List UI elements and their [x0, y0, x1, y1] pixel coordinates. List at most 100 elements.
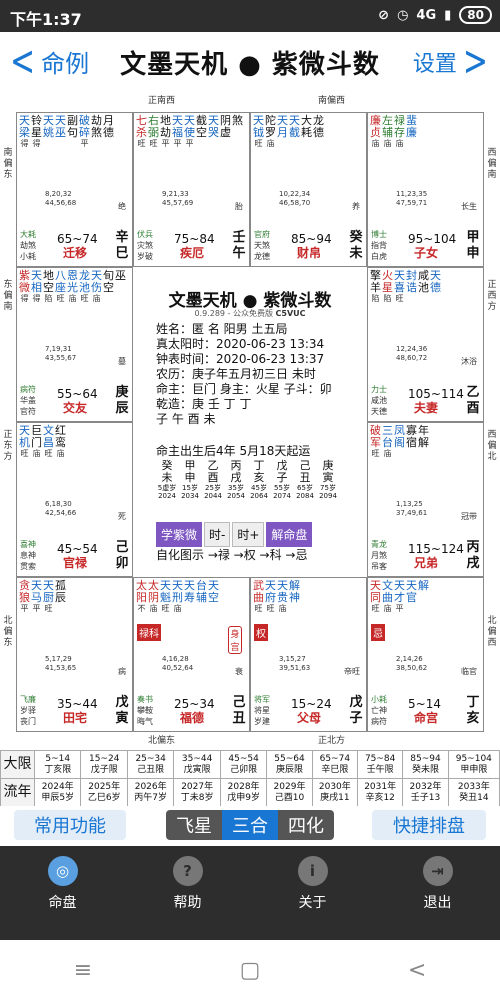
ganzhi: 丙戌: [466, 540, 480, 571]
star-column: 天寿: [184, 579, 195, 604]
palace-cell-you[interactable]: 擎羊陷火星陷天喜旺封诰咸池天德 12,24,36 48,60,72 沐浴 力士 咸池 天德 1…: [367, 267, 484, 422]
liunian-cell[interactable]: 2028年 戊申9岁: [219, 778, 268, 807]
hour-plus-button[interactable]: 时+: [232, 522, 265, 547]
palace-cell-chen[interactable]: 紫微得天相得地空陷八座旺恩光庙龙池旺天伤庙旬空巫 7,19,31 43,55,67 墓…: [16, 267, 133, 422]
minor-stars: 将军 将星 岁建: [254, 695, 270, 726]
star-column: 右弼旺: [148, 114, 159, 149]
liunian-cell[interactable]: 2025年 乙巳6岁: [80, 778, 128, 807]
daxian-cell[interactable]: 5~14 丁亥限: [33, 750, 82, 779]
star-list: 贪狼平天马平天厨旺孤辰: [19, 580, 66, 614]
life-stage: 衰: [235, 667, 243, 676]
star-column: 天巫: [55, 114, 66, 139]
daxian-cell[interactable]: 25~34 己丑限: [126, 750, 175, 779]
palace-cell-hai[interactable]: 天同旺文曲庙天才平天官解 2,14,26 38,50,62 临官 小耗 亡神 病符 5~14 命…: [367, 577, 484, 732]
star-column: 解神: [289, 579, 300, 604]
daxian-cell[interactable]: 55~64 庚辰限: [266, 750, 313, 779]
star-list: 武曲旺天府旺天贵庙解神: [253, 580, 300, 614]
palace-cell-zi[interactable]: 武曲旺天府旺天贵庙解神 3,15,27 39,51,63 帝旺 将军 将星 岁建 15~24 父…: [250, 577, 367, 732]
daxian-cell[interactable]: 85~94 癸未限: [402, 750, 449, 779]
tab-label: 命盘: [48, 895, 77, 911]
liunian-cell[interactable]: 2031年 辛亥12: [356, 778, 404, 807]
star-column: 火星陷: [382, 269, 393, 304]
age-numbers: 4,16,28 40,52,64: [162, 655, 194, 672]
palace-cell-wu[interactable]: 七杀旺右弼旺地劫平天福平天使平截空天哭阴虚煞 9,21,33 45,57,69 胎伏兵…: [133, 112, 250, 267]
dayun-column: 癸未 5虚岁 2024: [157, 459, 177, 501]
status-time: 下午1:37: [10, 10, 82, 29]
star-column: 天钺旺: [253, 114, 264, 149]
palace-cell-chou[interactable]: 太阳不太阴庙天魁旺天刑庙天寿台辅天空 4,16,28 40,52,64 衰奏书 攀鞍 晦气…: [133, 577, 250, 732]
liunian-label: 流年: [0, 778, 35, 807]
dayun-column: 己丑 65岁 2084: [296, 459, 314, 501]
dayun-column: 甲申 15岁 2034: [181, 459, 199, 501]
life-stage: 沐浴: [461, 357, 477, 366]
star-column: 陀罗庙: [265, 114, 276, 149]
home-icon[interactable]: ▢: [240, 958, 261, 983]
star-column: 凤阁: [394, 424, 405, 449]
palace-cell-si[interactable]: 天梁得铃星得天姚天巫副句破碎平劫煞月德 8,20,32 44,56,68 绝大耗 劫煞小…: [16, 112, 133, 267]
tab-about[interactable]: i 关于: [250, 856, 375, 912]
palace-name: 命宫: [414, 711, 439, 725]
palace-cell-wei[interactable]: 天钺旺陀罗庙天月天截大耗龙德 10,22,34 46,58,70 养官府 天煞 龙德 85~…: [250, 112, 367, 267]
life-stage: 死: [118, 512, 126, 521]
star-column: 天刑庙: [172, 579, 183, 614]
tab-sihua[interactable]: 四化: [278, 810, 334, 840]
info-line: 真太阳时：2020-06-23 13:34: [156, 337, 325, 351]
info-line: 命主：巨门 身主：火星 子斗：卯: [156, 382, 332, 396]
quick-chart-button[interactable]: 快捷排盘: [372, 810, 486, 840]
liunian-cell[interactable]: 2026年 丙午7岁: [126, 778, 175, 807]
tab-label: 关于: [298, 895, 327, 911]
palace-cell-yin[interactable]: 贪狼平天马平天厨旺孤辰 5,17,29 41,53,65 病飞廉 岁驿 丧门 35~44 田宅…: [16, 577, 133, 732]
tab-help[interactable]: ? 帮助: [125, 856, 250, 912]
star-column: 天哭: [208, 114, 219, 139]
interpret-chart-button[interactable]: 解命盘: [266, 522, 313, 547]
star-column: 贪狼平: [19, 579, 30, 614]
birth-info: 姓名：匿 名 阳男 土五局 真太阳时：2020-06-23 13:34 钟表时间…: [156, 322, 332, 412]
back-icon[interactable]: <: [408, 958, 426, 983]
liunian-cell[interactable]: 2030年 庚戌11: [311, 778, 359, 807]
tab-feixing[interactable]: 飞星: [166, 810, 222, 840]
palace-cell-shen[interactable]: 廉贞庙左辅庙禄存庙蜚廉 11,23,35 47,59,71 长生 博士 指背 白虎 95~10…: [367, 112, 484, 267]
daxian-cell[interactable]: 15~24 戊子限: [80, 750, 128, 779]
star-column: 龙德: [313, 114, 324, 139]
age-numbers: 9,21,33 45,57,69: [162, 190, 194, 207]
minor-stars: 博士 指背 白虎: [371, 230, 387, 261]
direction-label: 北偏东: [148, 736, 176, 746]
ganzhi: 乙酉: [466, 385, 480, 416]
learn-ziwei-button[interactable]: 学紫微: [156, 522, 203, 547]
star-column: 天才平: [394, 579, 405, 614]
star-column: 文昌旺: [43, 424, 54, 459]
liunian-cell[interactable]: 2027年 丁未8岁: [173, 778, 221, 807]
daxian-cell[interactable]: 75~84 壬午限: [356, 750, 404, 779]
daxian-cell[interactable]: 95~104 甲申限: [447, 750, 500, 779]
star-column: 破军旺: [370, 424, 381, 459]
daxian-cell[interactable]: 35~44 戊寅限: [173, 750, 221, 779]
direction-label: 南偏西: [318, 96, 346, 106]
settings-button[interactable]: 设置 >: [412, 37, 488, 86]
star-column: 天机旺: [19, 424, 30, 459]
liunian-cell[interactable]: 2032年 壬子13: [402, 778, 449, 807]
menu-icon[interactable]: ≡: [74, 958, 92, 983]
star-column: 恩光庙: [67, 269, 78, 304]
liunian-cell[interactable]: 2033年 癸丑14: [447, 778, 500, 807]
palace-cell-xu[interactable]: 破军旺三台庙凤阁寡宿年解 1,13,25 37,49,61 冠带 青龙 月煞 吊客 115~1…: [367, 422, 484, 577]
daxian-cell[interactable]: 45~54 己卯限: [219, 750, 268, 779]
star-list: 天机旺巨门庙文昌旺红鸾庙: [19, 425, 66, 459]
palace-cell-mao[interactable]: 天机旺巨门庙文昌旺红鸾庙 6,18,30 42,54,66 死喜神 息神 贯索 45~54 官…: [16, 422, 133, 577]
bazi-branches: 子 午 酉 未: [156, 412, 216, 426]
common-functions-button[interactable]: 常用功能: [14, 810, 126, 840]
liunian-cell[interactable]: 2024年 甲辰5岁: [33, 778, 82, 807]
ziwei-chart: 正南西 南偏西 南偏东 东偏南 正东方 北偏东 西偏南 正西方 西偏北 北偏西 …: [0, 90, 500, 750]
tab-chart[interactable]: ◎ 命盘: [0, 856, 125, 912]
palace-name: 官禄: [63, 556, 88, 570]
daxian-cell[interactable]: 65~74 辛巳限: [311, 750, 359, 779]
star-column: 地空陷: [43, 269, 54, 304]
direction-label: 西偏南: [487, 148, 497, 180]
settings-label: 设置: [412, 51, 457, 77]
tab-sanhe[interactable]: 三合: [222, 810, 278, 840]
hour-minus-button[interactable]: 时-: [204, 522, 231, 547]
direction-label: 正西方: [487, 280, 497, 312]
liunian-cell[interactable]: 2029年 己酉10: [266, 778, 313, 807]
star-column: 天姚: [43, 114, 54, 139]
tab-exit[interactable]: ⇥ 退出: [375, 856, 500, 912]
star-column: 孤辰: [55, 579, 66, 604]
